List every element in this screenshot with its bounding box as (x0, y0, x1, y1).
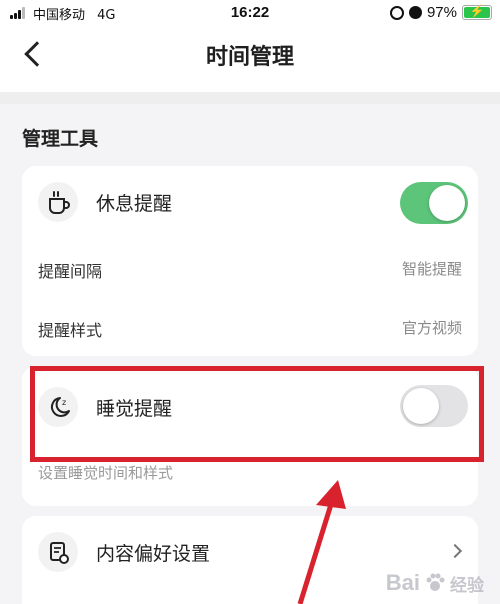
navigation-bar: 时间管理 (0, 26, 500, 92)
header-divider (0, 92, 500, 104)
reminder-style-label: 提醒样式 (38, 321, 103, 340)
watermark-brand: Bai (385, 570, 420, 595)
content-preference-label: 内容偏好设置 (96, 543, 211, 565)
watermark: Bai 经验 (386, 570, 484, 596)
orientation-lock-icon (389, 5, 404, 20)
paw-logo-icon (426, 573, 445, 591)
reminder-interval-value: 智能提醒 (401, 260, 462, 278)
reminder-interval-label: 提醒间隔 (38, 262, 103, 281)
rest-reminder-toggle[interactable] (400, 182, 468, 224)
battery-icon: ⚡ (462, 4, 492, 20)
status-bar: 中国移动 4G 16:22 97% ⚡ (0, 0, 500, 26)
status-right: 97% ⚡ (389, 4, 492, 21)
sleep-reminder-hint: 设置睡觉时间和样式 (38, 464, 174, 482)
battery-percent: 97% (426, 4, 457, 21)
page-title: 时间管理 (205, 45, 294, 70)
document-settings-icon (38, 532, 78, 572)
chevron-right-icon (447, 543, 463, 559)
watermark-suffix: 经验 (450, 575, 484, 596)
alarm-icon (408, 6, 422, 19)
annotation-highlight-box (30, 366, 484, 462)
toggle-knob (429, 185, 465, 221)
rest-reminder-row: 休息提醒 (22, 166, 478, 240)
reminder-style-value: 官方视频 (401, 319, 462, 337)
rest-reminder-label: 休息提醒 (96, 193, 173, 215)
section-title: 管理工具 (22, 128, 99, 150)
reminder-style-row[interactable]: 提醒样式 官方视频 (22, 299, 478, 355)
reminder-interval-row[interactable]: 提醒间隔 智能提醒 (22, 240, 478, 296)
rest-reminder-card: 休息提醒 提醒间隔 智能提醒 提醒样式 官方视频 (22, 166, 478, 356)
coffee-cup-icon (38, 182, 78, 222)
